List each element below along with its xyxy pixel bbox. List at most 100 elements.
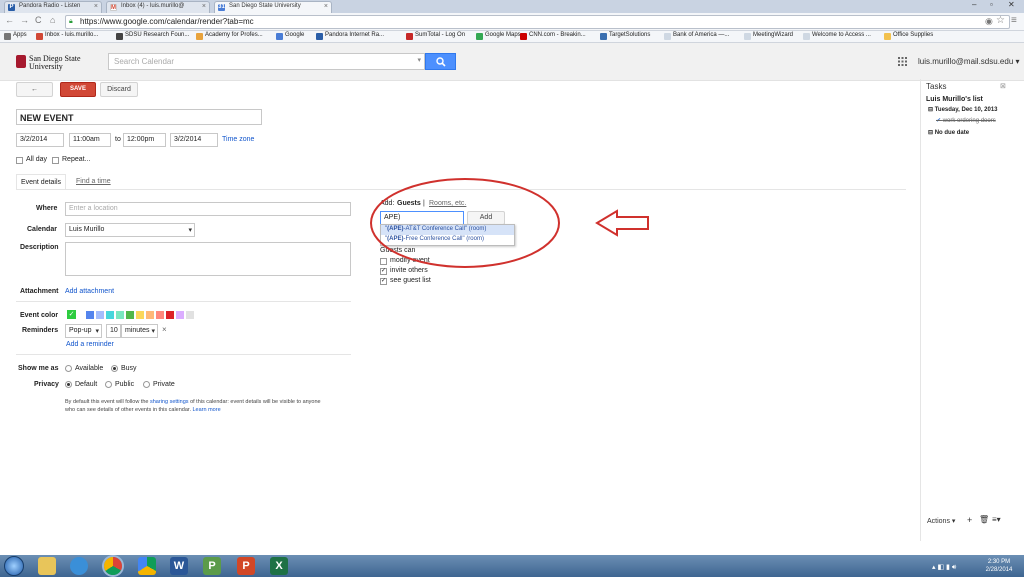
sdsu-logo[interactable]: San Diego State University (16, 54, 90, 71)
bookmark-item[interactable]: Google Maps (476, 32, 521, 40)
bookmark-item[interactable]: TargetSolutions (600, 32, 650, 40)
task-item[interactable]: ✔ work ordering doors (936, 117, 996, 124)
color-swatch[interactable] (146, 311, 154, 319)
window-close-icon[interactable]: ✕ (1008, 0, 1015, 9)
bookmark-item[interactable]: Google (276, 32, 304, 40)
add-task-icon[interactable]: + (967, 515, 972, 525)
tab-event-details[interactable]: Event details (16, 174, 66, 189)
bookmark-item[interactable]: CNN.com - Breakin... (520, 32, 586, 40)
save-button[interactable]: SAVE (60, 82, 96, 97)
tab-find-time[interactable]: Find a time (76, 178, 111, 185)
powerpoint-icon[interactable]: P (237, 557, 255, 575)
add-attachment-link[interactable]: Add attachment (65, 288, 114, 295)
bookmark-item[interactable]: Academy for Profes... (196, 32, 263, 40)
close-icon[interactable]: × (94, 3, 98, 10)
default-radio[interactable] (65, 381, 72, 388)
forward-icon[interactable]: → (20, 15, 29, 25)
reminder-value-input[interactable]: 10 (106, 324, 121, 338)
description-textarea[interactable] (65, 242, 351, 276)
apps-grid-icon[interactable] (898, 57, 907, 66)
end-date-input[interactable]: 3/2/2014 (170, 133, 218, 147)
home-icon[interactable]: ⌂ (50, 15, 55, 25)
task-list-name[interactable]: Luis Murillo's list (926, 96, 983, 103)
publisher-icon[interactable]: P (203, 557, 221, 575)
search-button[interactable] (425, 53, 456, 70)
maximize-icon[interactable]: ▫ (990, 0, 993, 9)
bookmark-item[interactable]: Bank of America —... (664, 32, 729, 40)
reload-icon[interactable]: C (35, 15, 42, 25)
see-guest-list-checkbox[interactable]: ✓ (380, 278, 387, 285)
bookmark-item[interactable]: MeetingWizard (744, 32, 793, 40)
bookmark-item[interactable]: Apps (4, 32, 27, 40)
discard-button[interactable]: Discard (100, 82, 138, 97)
drive-icon[interactable] (138, 557, 156, 575)
color-swatch[interactable] (116, 311, 124, 319)
selected-color-swatch[interactable]: ✓ (67, 310, 76, 319)
trash-icon[interactable]: 🗑︎ (979, 515, 989, 524)
tab-calendar[interactable]: 31 San Diego State University × (214, 1, 332, 13)
url-bar[interactable]: 🔒︎ https://www.google.com/calendar/rende… (65, 15, 1010, 29)
tab-pandora[interactable]: P Pandora Radio - Listen × (4, 1, 102, 13)
available-radio[interactable] (65, 365, 72, 372)
minimize-icon[interactable]: – (972, 0, 976, 9)
sharing-settings-link[interactable]: sharing settings (150, 399, 189, 405)
explorer-icon[interactable] (38, 557, 56, 575)
bookmark-item[interactable]: Welcome to Access ... (803, 32, 871, 40)
color-swatch[interactable] (166, 311, 174, 319)
star-icon[interactable]: ☆ (996, 15, 1005, 26)
tray-icons[interactable]: ▴ ◧ ▮ 🔊︎ (932, 563, 956, 572)
tab-inbox[interactable]: M Inbox (4) - luis.murillo@ × (106, 1, 210, 13)
chrome-icon[interactable] (104, 557, 122, 575)
bookmark-item[interactable]: Inbox - luis.murillo... (36, 32, 98, 40)
system-clock[interactable]: 2:30 PM 2/28/2014 (980, 558, 1018, 574)
color-swatch[interactable] (186, 311, 194, 319)
bookmark-item[interactable]: SDSU Research Foun... (116, 32, 189, 40)
list-menu-icon[interactable]: ≡▾ (992, 515, 1001, 524)
all-day-checkbox[interactable] (16, 157, 23, 164)
close-icon[interactable]: × (202, 3, 206, 10)
learn-more-link[interactable]: Learn more (193, 407, 221, 413)
menu-icon[interactable]: ≡ (1011, 15, 1017, 26)
tasks-close-icon[interactable]: ⊠ (1000, 82, 1006, 90)
public-radio[interactable] (105, 381, 112, 388)
start-button[interactable] (4, 556, 24, 576)
event-title-input[interactable]: NEW EVENT (16, 109, 262, 125)
account-menu[interactable]: luis.murillo@mail.sdsu.edu ▾ (918, 57, 1020, 66)
view-icon[interactable]: ◉ (985, 16, 993, 27)
repeat-checkbox[interactable] (52, 157, 59, 164)
private-radio[interactable] (143, 381, 150, 388)
reminder-type-select[interactable]: Pop-up (65, 324, 102, 338)
calendar-select[interactable]: Luis Murillo (65, 223, 195, 237)
color-swatch[interactable] (176, 311, 184, 319)
add-reminder-link[interactable]: Add a reminder (66, 341, 114, 348)
bookmark-item[interactable]: Office Supplies (884, 32, 933, 40)
reminder-unit-select[interactable]: minutes (121, 324, 158, 338)
ie-icon[interactable] (70, 557, 88, 575)
back-button[interactable]: ← (16, 82, 53, 97)
back-arrow-icon: ← (31, 86, 38, 93)
excel-icon[interactable]: X (270, 557, 288, 575)
color-swatch[interactable] (96, 311, 104, 319)
color-swatch[interactable] (106, 311, 114, 319)
remove-reminder-icon[interactable]: × (162, 325, 167, 334)
word-icon[interactable]: W (170, 557, 188, 575)
color-swatch[interactable] (86, 311, 94, 319)
start-date-input[interactable]: 3/2/2014 (16, 133, 64, 147)
color-swatch[interactable] (126, 311, 134, 319)
chevron-down-icon[interactable]: ▾ (417, 56, 421, 64)
bookmark-item[interactable]: SumTotal - Log On (406, 32, 465, 40)
color-swatch[interactable] (156, 311, 164, 319)
private-label: Private (153, 381, 175, 388)
start-time-input[interactable]: 11:00am (69, 133, 111, 147)
busy-radio[interactable] (111, 365, 118, 372)
close-icon[interactable]: × (324, 3, 328, 10)
where-input[interactable]: Enter a location (65, 202, 351, 216)
actions-menu[interactable]: Actions ▾ (927, 517, 955, 525)
bookmark-item[interactable]: Pandora Internet Ra... (316, 32, 384, 40)
timezone-link[interactable]: Time zone (222, 136, 254, 143)
color-swatch[interactable] (136, 311, 144, 319)
search-input[interactable]: Search Calendar ▾ (108, 53, 425, 70)
back-icon[interactable]: ← (5, 15, 14, 25)
pandora-icon: P (8, 4, 15, 11)
end-time-input[interactable]: 12:00pm (123, 133, 166, 147)
